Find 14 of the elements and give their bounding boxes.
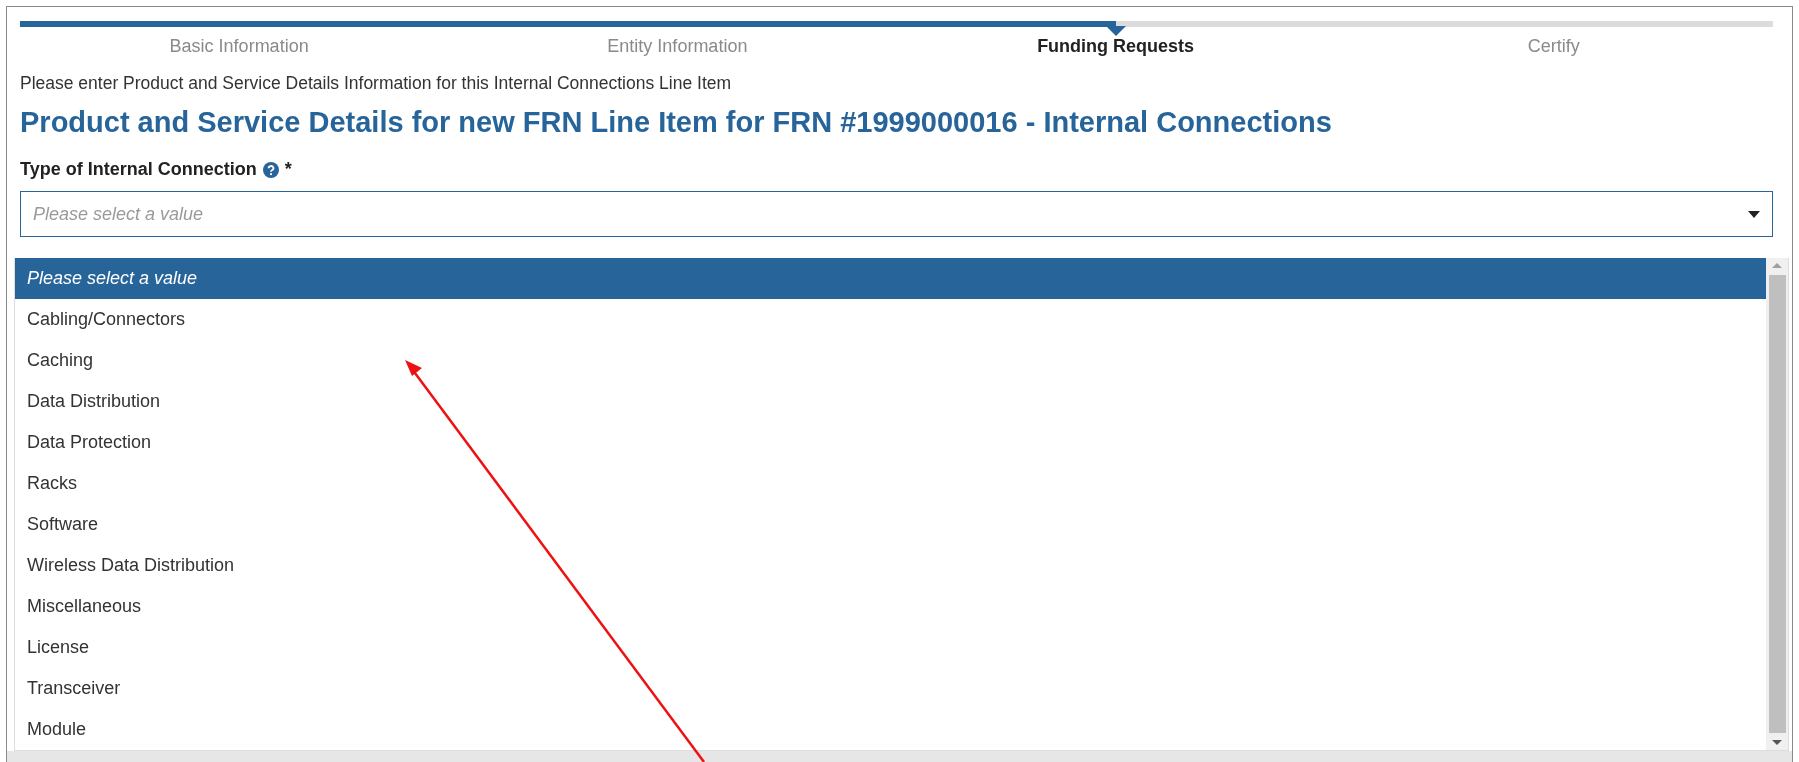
field-label: Type of Internal Connection xyxy=(20,159,257,180)
scrollbar[interactable] xyxy=(1766,258,1788,750)
dropdown-option[interactable]: Please select a value xyxy=(15,258,1766,299)
instruction-text: Please enter Product and Service Details Information for this Internal Connections Line Item xyxy=(20,73,733,94)
step-pointer xyxy=(1105,26,1126,36)
step-label: Funding Requests xyxy=(1036,36,1196,57)
scroll-thumb[interactable] xyxy=(1768,275,1786,733)
step-label: Basic Information xyxy=(168,36,310,57)
page-heading: Product and Service Details for new FRN Line Item for FRN #1999000016 - Internal Connections xyxy=(20,106,1333,139)
help-icon[interactable] xyxy=(262,161,279,178)
step-label: Certify xyxy=(1526,36,1581,57)
step-label: Entity Information xyxy=(606,36,749,57)
required-mark: * xyxy=(284,159,292,180)
caret-icon xyxy=(1748,210,1760,218)
